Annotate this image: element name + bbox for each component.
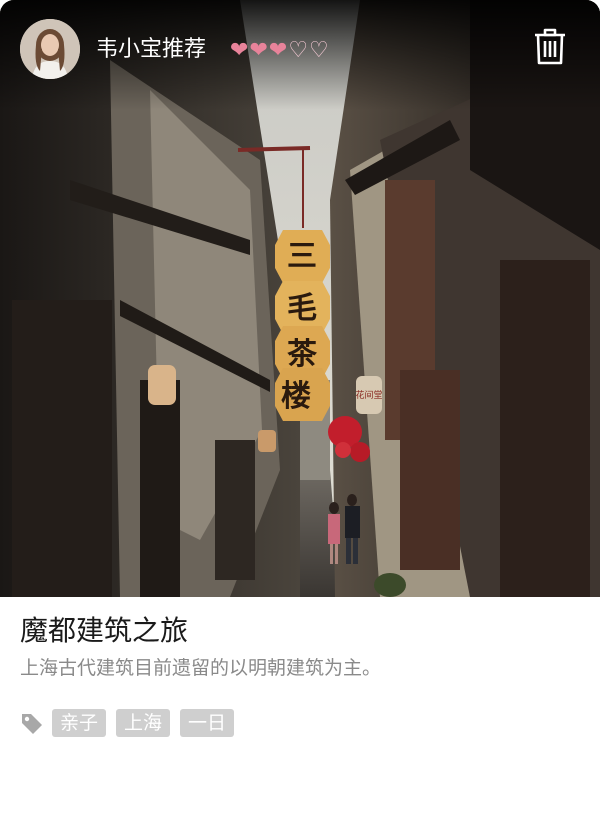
tag-shanghai[interactable]: 上海 xyxy=(116,709,171,737)
author-name: 韦小宝推荐 xyxy=(96,37,207,62)
card-header: 韦小宝推荐 ❤❤❤♡♡ xyxy=(0,0,600,100)
sign-char-1: 三 xyxy=(287,239,317,274)
tag-qinzi[interactable]: 亲子 xyxy=(52,709,107,737)
heart-full-icon: ❤ xyxy=(230,38,250,63)
rating-hearts: ❤❤❤♡♡ xyxy=(230,36,330,66)
trash-icon[interactable] xyxy=(532,28,568,66)
sign-char-4: 楼 xyxy=(281,379,311,414)
trip-card[interactable]: 三 毛 茶 楼 花间堂 韦小宝推荐 ❤❤❤♡♡ 魔都建筑之旅 上海古代建筑目前遗… xyxy=(0,0,600,832)
tag-icon xyxy=(22,714,42,734)
heart-full-icon: ❤ xyxy=(268,38,289,63)
heart-full-icon: ❤ xyxy=(249,38,269,63)
trip-title[interactable]: 魔都建筑之旅 xyxy=(20,612,188,650)
lantern-sign-text: 花间堂 xyxy=(355,389,382,401)
sign-char-3: 茶 xyxy=(287,337,318,372)
author-avatar[interactable] xyxy=(20,19,80,79)
trip-description: 上海古代建筑目前遗留的以明朝建筑为主。 xyxy=(20,657,382,679)
heart-empty-icon: ♡ xyxy=(288,38,310,63)
sign-char-2: 毛 xyxy=(287,291,317,326)
tag-list: 亲子 上海 一日 xyxy=(20,708,244,738)
heart-empty-icon: ♡ xyxy=(309,38,330,63)
tag-yiri[interactable]: 一日 xyxy=(180,709,235,737)
card-body: 魔都建筑之旅 上海古代建筑目前遗留的以明朝建筑为主。 亲子 上海 一日 xyxy=(0,597,600,832)
